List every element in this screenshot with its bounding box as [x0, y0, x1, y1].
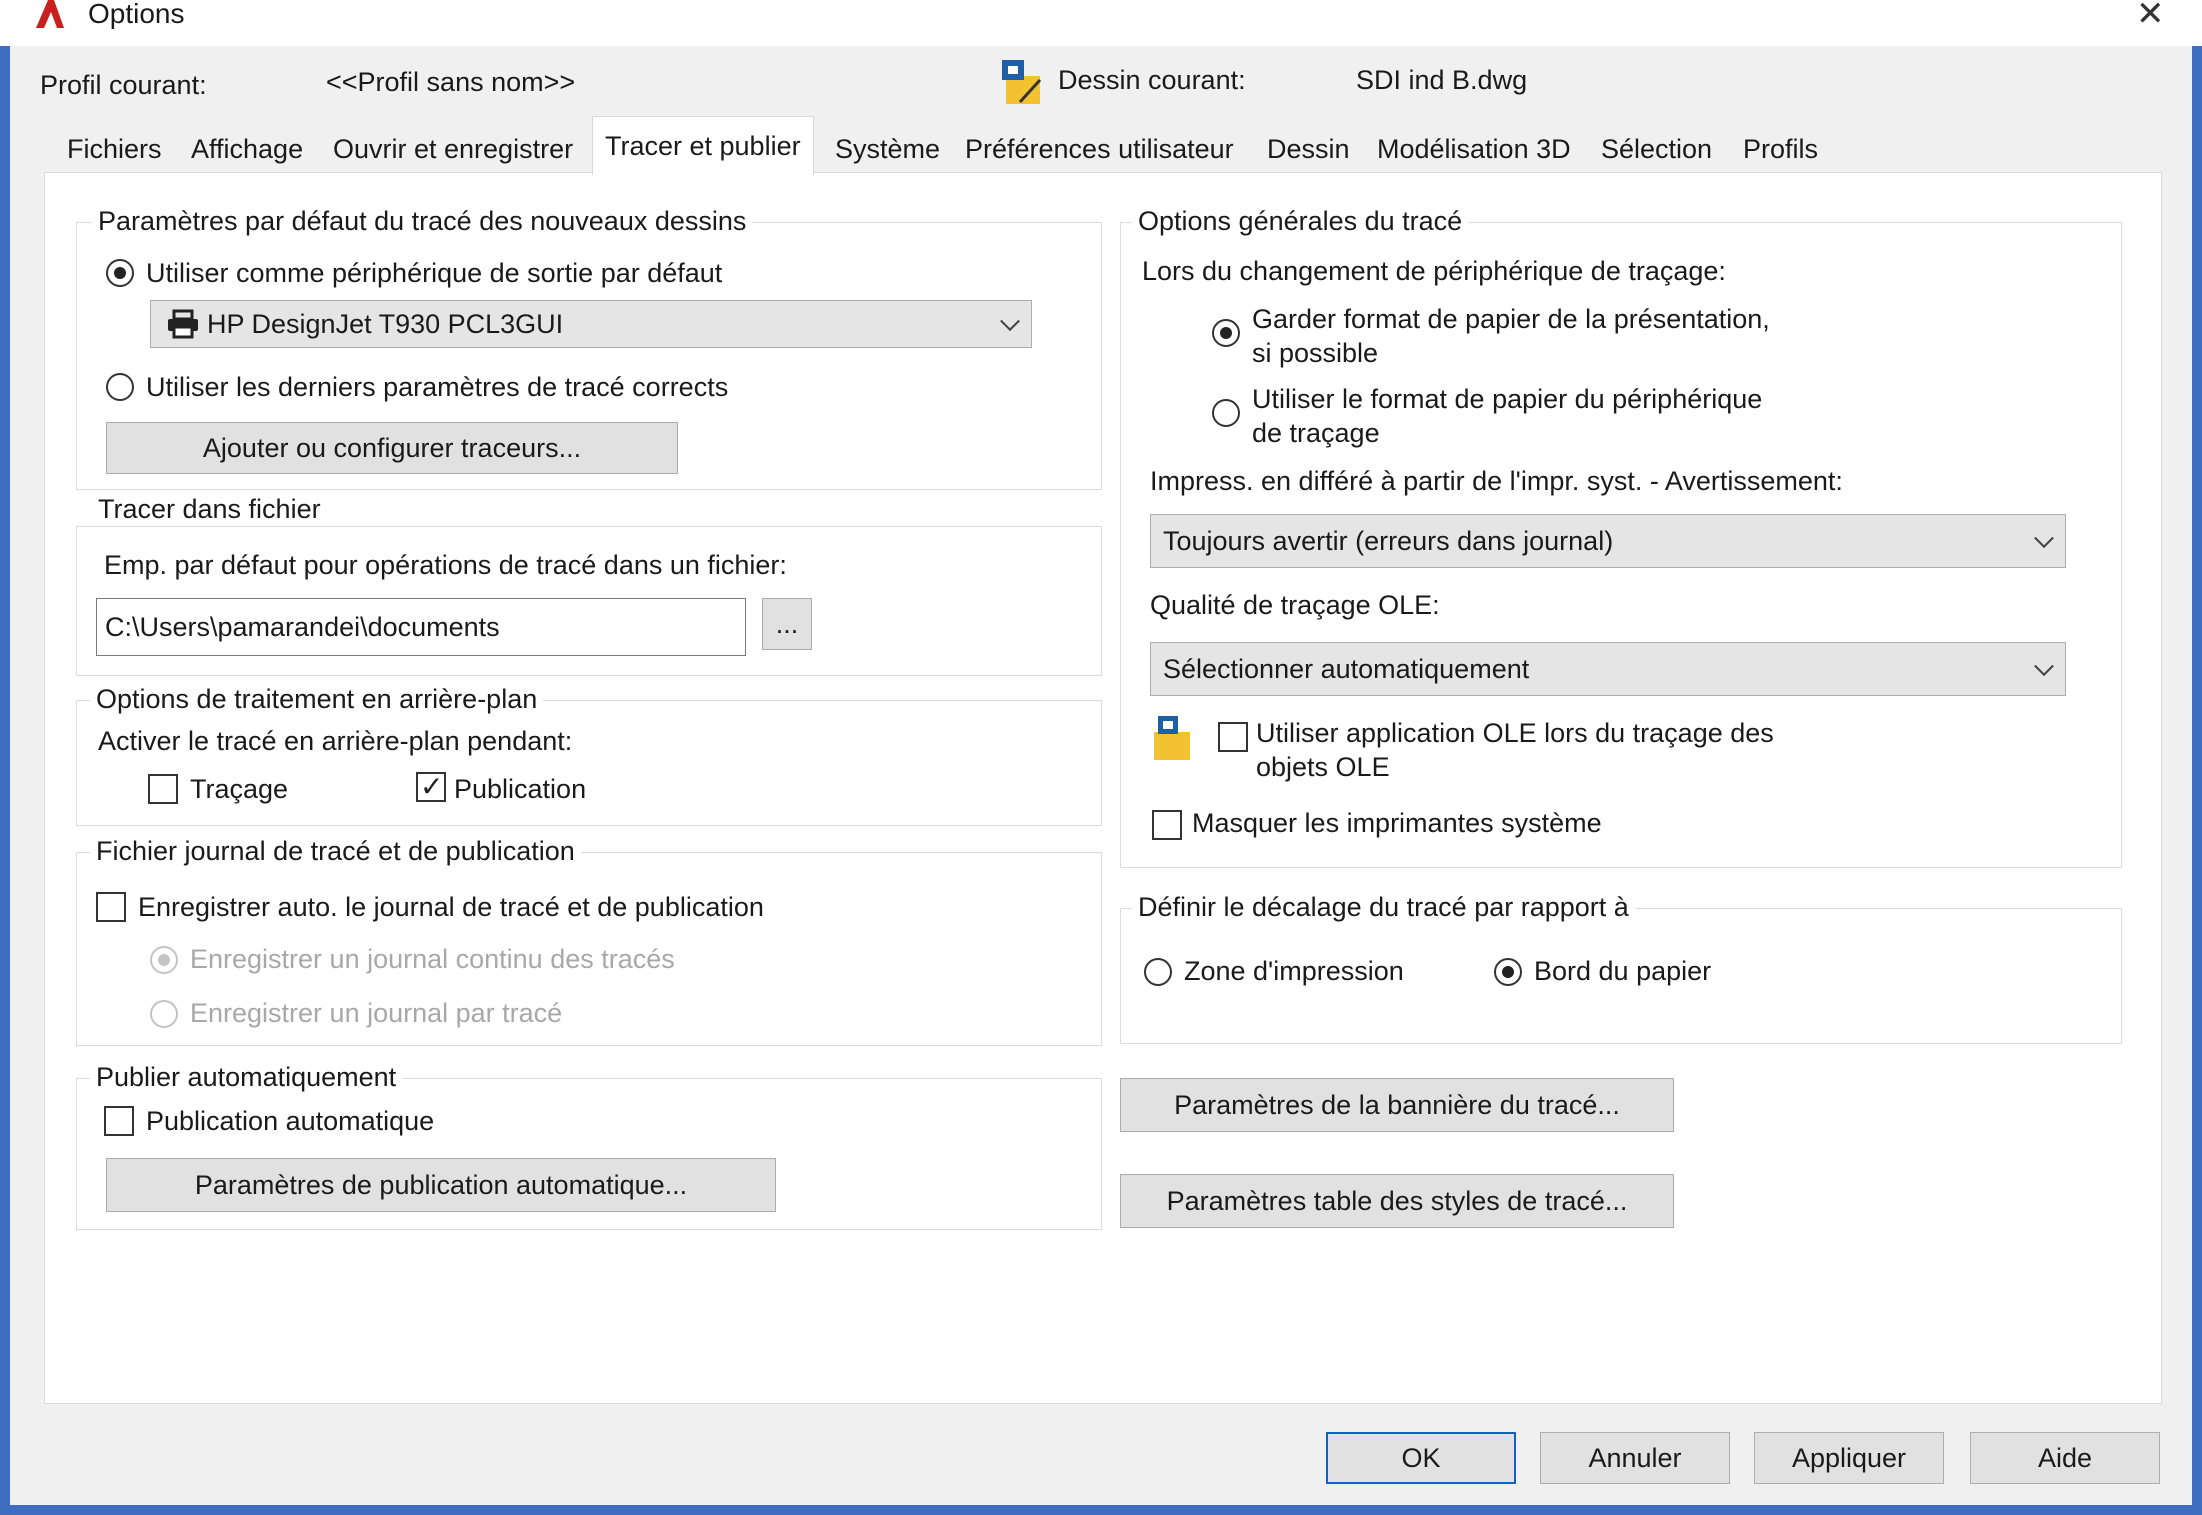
window-frame-right — [2192, 0, 2202, 1515]
window-frame-bottom — [0, 1505, 2202, 1515]
tab-ouvrir-et-enregistrer[interactable]: Ouvrir et enregistrer — [320, 124, 586, 173]
background-group-label: Options de traitement en arrière-plan — [90, 684, 544, 715]
general-options-group-label: Options générales du tracé — [1132, 206, 1469, 237]
use-device-paper-line1: Utiliser le format de papier du périphér… — [1252, 384, 1763, 414]
ole-app-line1: Utiliser application OLE lors du traçage… — [1256, 718, 1774, 748]
auto-publish-label: Publication automatique — [146, 1106, 435, 1136]
tab-modelisation-3d[interactable]: Modélisation 3D — [1364, 124, 1584, 173]
ole-quality-value: Sélectionner automatiquement — [1163, 653, 1530, 684]
apply-button[interactable]: Appliquer — [1754, 1432, 1944, 1484]
keep-paper-size-radio[interactable] — [1212, 319, 1240, 347]
device-select[interactable]: HP DesignJet T930 PCL3GUI — [150, 300, 1032, 348]
continuous-log-radio[interactable] — [150, 946, 178, 974]
plotting-checkbox[interactable] — [148, 774, 178, 804]
tab-selection[interactable]: Sélection — [1588, 124, 1725, 173]
continuous-log-label: Enregistrer un journal continu des tracé… — [190, 944, 675, 974]
ole-app-line2: objets OLE — [1256, 752, 1390, 782]
publishing-label: Publication — [454, 774, 587, 804]
keep-paper-size-line1: Garder format de papier de la présentati… — [1252, 304, 1770, 334]
chevron-down-icon — [2034, 656, 2054, 677]
auto-publish-checkbox[interactable] — [104, 1106, 134, 1136]
drawing-icon — [1002, 60, 1042, 104]
use-device-radio[interactable] — [106, 259, 134, 287]
plot-stamp-settings-button[interactable]: Paramètres de la bannière du tracé... — [1120, 1078, 1674, 1132]
printable-area-radio[interactable] — [1144, 958, 1172, 986]
use-device-label: Utiliser comme périphérique de sortie pa… — [146, 258, 723, 288]
help-button[interactable]: Aide — [1970, 1432, 2160, 1484]
tab-dessin[interactable]: Dessin — [1254, 124, 1363, 173]
auto-save-log-checkbox[interactable] — [96, 892, 126, 922]
browse-button[interactable]: ... — [762, 598, 812, 650]
ok-button[interactable]: OK — [1326, 1432, 1516, 1484]
cancel-button[interactable]: Annuler — [1540, 1432, 1730, 1484]
autocad-app-icon — [36, 0, 64, 28]
hide-printers-checkbox[interactable] — [1152, 810, 1182, 840]
printable-area-label: Zone d'impression — [1184, 956, 1404, 986]
log-group-label: Fichier journal de tracé et de publicati… — [90, 836, 581, 867]
paper-edge-label: Bord du papier — [1534, 956, 1712, 986]
window-frame-left — [0, 0, 10, 1515]
profile-label: Profil courant: — [40, 70, 207, 100]
close-icon[interactable]: ✕ — [2136, 0, 2165, 34]
per-plot-log-label: Enregistrer un journal par tracé — [190, 998, 563, 1028]
tab-affichage[interactable]: Affichage — [178, 124, 316, 173]
ole-quality-select[interactable]: Sélectionner automatiquement — [1150, 642, 2066, 696]
change-device-label: Lors du changement de périphérique de tr… — [1142, 256, 1726, 286]
spool-warning-label: Impress. en différé à partir de l'impr. … — [1150, 466, 1843, 496]
title-bar[interactable]: Options ✕ — [0, 0, 2202, 46]
plotting-label: Traçage — [190, 774, 289, 804]
tab-profils[interactable]: Profils — [1730, 124, 1831, 173]
plot-style-table-settings-button[interactable]: Paramètres table des styles de tracé... — [1120, 1174, 1674, 1228]
device-value: HP DesignJet T930 PCL3GUI — [207, 308, 564, 339]
spool-warning-value: Toujours avertir (erreurs dans journal) — [1163, 525, 1614, 556]
tab-systeme[interactable]: Système — [822, 124, 953, 173]
profile-value: <<Profil sans nom>> — [326, 67, 576, 97]
chevron-down-icon — [1000, 311, 1020, 332]
auto-save-log-label: Enregistrer auto. le journal de tracé et… — [138, 892, 764, 922]
use-device-paper-line2: de traçage — [1252, 418, 1380, 448]
last-params-label: Utiliser les derniers paramètres de trac… — [146, 372, 729, 402]
last-params-radio[interactable] — [106, 373, 134, 401]
ole-quality-label: Qualité de traçage OLE: — [1150, 590, 1440, 620]
tab-preferences-utilisateur[interactable]: Préférences utilisateur — [952, 124, 1247, 173]
add-plotters-button[interactable]: Ajouter ou configurer traceurs... — [106, 422, 678, 474]
background-group — [76, 700, 1102, 826]
drawing-value: SDI ind B.dwg — [1356, 65, 1528, 95]
background-enable-label: Activer le tracé en arrière-plan pendant… — [98, 726, 573, 756]
auto-publish-group-label: Publier automatiquement — [90, 1062, 403, 1093]
tab-fichiers[interactable]: Fichiers — [54, 124, 175, 173]
printer-icon — [168, 309, 198, 339]
chevron-down-icon — [2034, 528, 2054, 549]
tab-tracer-et-publier[interactable]: Tracer et publier — [592, 116, 814, 175]
drawing-label: Dessin courant: — [1058, 65, 1246, 95]
plot-path-input[interactable]: C:\Users\pamarandei\documents — [96, 598, 746, 656]
plot-to-file-group-label: Tracer dans fichier — [92, 494, 327, 525]
use-device-paper-radio[interactable] — [1212, 399, 1240, 427]
defaults-group-label: Paramètres par défaut du tracé des nouve… — [92, 206, 753, 237]
publishing-checkbox[interactable] — [416, 770, 446, 803]
window-title: Options — [88, 0, 185, 29]
ole-icon — [1154, 716, 1190, 760]
auto-publish-settings-button[interactable]: Paramètres de publication automatique... — [106, 1158, 776, 1212]
spool-warning-select[interactable]: Toujours avertir (erreurs dans journal) — [1150, 514, 2066, 568]
hide-printers-label: Masquer les imprimantes système — [1192, 808, 1602, 838]
keep-paper-size-line2: si possible — [1252, 338, 1379, 368]
per-plot-log-radio[interactable] — [150, 1000, 178, 1028]
plot-location-label: Emp. par défaut pour opérations de tracé… — [104, 550, 787, 580]
paper-edge-radio[interactable] — [1494, 958, 1522, 986]
offset-group-label: Définir le décalage du tracé par rapport… — [1132, 892, 1635, 923]
ole-app-checkbox[interactable] — [1218, 722, 1248, 752]
